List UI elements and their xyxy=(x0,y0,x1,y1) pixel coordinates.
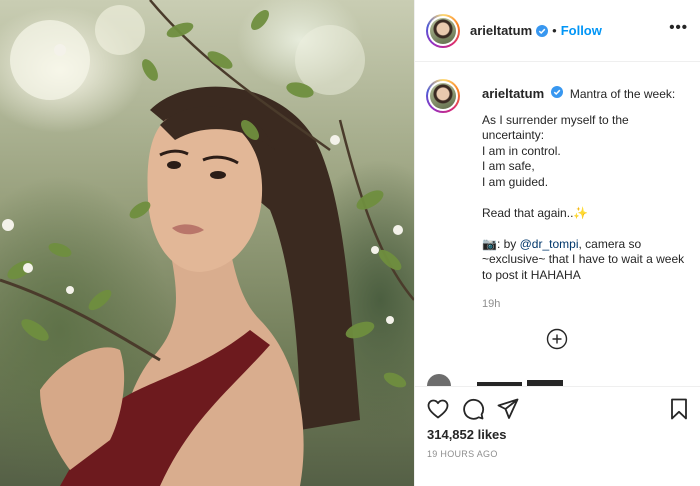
caption-line: I am safe, xyxy=(482,159,535,173)
caption-title: Mantra of the week: xyxy=(569,87,676,101)
caption-line xyxy=(482,221,700,237)
caption-line: I am guided. xyxy=(482,174,549,189)
photo-illustration xyxy=(0,0,414,486)
comments-section: arieltatum Mantra of the week: As I surr… xyxy=(415,62,700,386)
actions-divider xyxy=(415,386,700,387)
follow-button[interactable]: Follow xyxy=(561,23,602,38)
caption-credit-line: 📷: by @dr_tompi, camera so xyxy=(482,237,700,253)
caption: arieltatum Mantra of the week: As I surr… xyxy=(426,79,700,313)
caption-line: Read that again..✨ xyxy=(482,205,589,220)
action-bar xyxy=(415,395,700,423)
post-header: arieltatum • Follow ••• xyxy=(415,0,700,62)
verified-badge-icon xyxy=(536,24,549,37)
mention-link[interactable]: @dr_tompi xyxy=(520,237,579,251)
verified-badge-icon xyxy=(551,86,564,98)
caption-credit-prefix: 📷: by xyxy=(482,236,520,251)
heart-icon[interactable] xyxy=(426,397,450,421)
caption-line: I am in control. xyxy=(482,143,561,158)
avatar[interactable] xyxy=(426,13,460,48)
caption-line: As I surrender myself to the xyxy=(482,112,629,127)
paper-plane-icon[interactable] xyxy=(496,397,520,421)
comment-icon[interactable] xyxy=(461,397,485,421)
caption-avatar[interactable] xyxy=(426,79,460,113)
caption-line: ~exclusive~ that I have to wait a week xyxy=(482,252,685,266)
caption-line: uncertainty: xyxy=(482,128,545,142)
more-options-icon[interactable]: ••• xyxy=(669,20,688,35)
plus-circle-icon[interactable] xyxy=(546,328,568,350)
post-timestamp[interactable]: 19 HOURS AGO xyxy=(427,449,498,459)
post-photo[interactable] xyxy=(0,0,414,486)
caption-username[interactable]: arieltatum xyxy=(482,86,544,101)
bookmark-icon[interactable] xyxy=(667,397,691,421)
likes-count[interactable]: 314,852 likes xyxy=(427,427,507,442)
caption-text: As I surrender myself to the uncertainty… xyxy=(482,113,700,284)
username-link[interactable]: arieltatum xyxy=(470,23,532,38)
caption-credit-suffix: , camera so xyxy=(578,236,642,251)
header-separator: • xyxy=(552,23,557,38)
partial-comment-row xyxy=(427,374,563,386)
caption-line: to post it HAHAHA xyxy=(482,267,581,282)
caption-line xyxy=(482,190,700,206)
caption-timestamp[interactable]: 19h xyxy=(482,297,700,313)
